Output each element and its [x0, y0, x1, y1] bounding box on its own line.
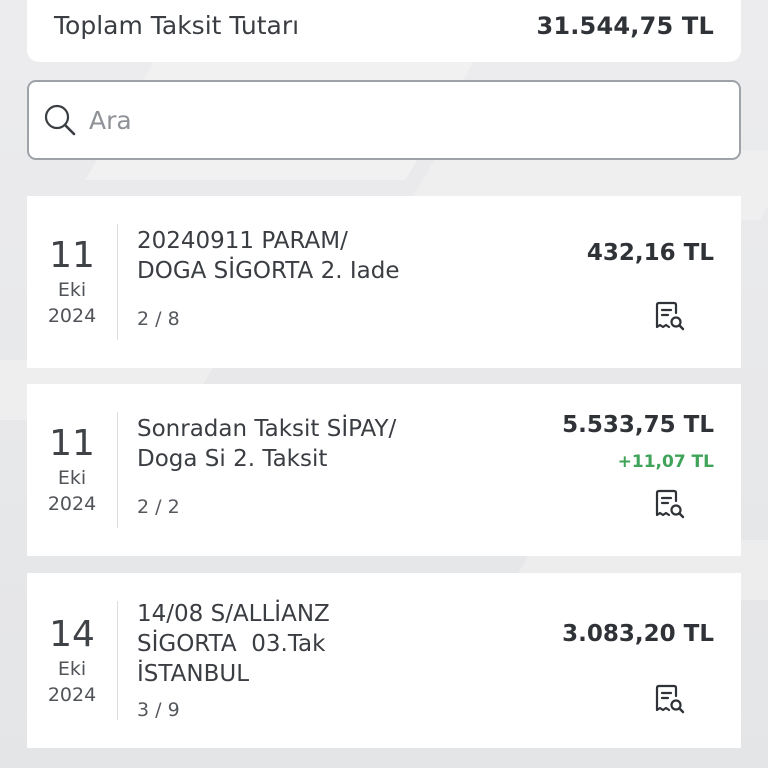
receipt-search-icon[interactable]: [655, 488, 685, 520]
total-installment-value: 31.544,75 TL: [536, 12, 714, 40]
date-divider: [117, 224, 118, 340]
transaction-amount: 5.533,75 TL: [562, 412, 714, 438]
description-line-1: 20240911 PARAM/: [137, 228, 348, 254]
transaction-date: 14 Eki 2024: [27, 573, 117, 748]
date-divider: [117, 412, 118, 528]
transaction-row[interactable]: 14 Eki 2024 14/08 S/ALLİANZ SİGORTA 03.T…: [27, 573, 741, 748]
transaction-month: Eki: [57, 467, 87, 489]
transaction-year: 2024: [47, 305, 97, 327]
extra-amount: +11,07 TL: [617, 452, 714, 472]
transaction-amount: 3.083,20 TL: [562, 621, 714, 647]
transaction-date: 11 Eki 2024: [27, 384, 117, 556]
description-line-2: Doga Si 2. Taksit: [137, 446, 328, 472]
transaction-day: 11: [49, 423, 95, 464]
transaction-month: Eki: [57, 279, 87, 301]
transaction-amount: 432,16 TL: [586, 240, 714, 266]
transaction-row[interactable]: 11 Eki 2024 Sonradan Taksit SİPAY/ Doga …: [27, 384, 741, 556]
installment-count: 2 / 8: [137, 308, 180, 330]
transaction-month: Eki: [57, 657, 87, 680]
total-installment-card: Toplam Taksit Tutarı 31.544,75 TL: [27, 0, 741, 62]
transaction-row[interactable]: 11 Eki 2024 20240911 PARAM/ DOGA SİGORTA…: [27, 196, 741, 368]
transaction-year: 2024: [47, 683, 97, 706]
transaction-day: 14: [49, 613, 95, 655]
transaction-description: 14/08 S/ALLİANZ SİGORTA 03.Tak İSTANBUL …: [137, 599, 467, 725]
total-installment-label: Toplam Taksit Tutarı: [54, 11, 300, 40]
description-line-1: 14/08 S/ALLİANZ: [137, 601, 330, 627]
receipt-search-icon[interactable]: [655, 300, 685, 332]
transaction-description: 20240911 PARAM/ DOGA SİGORTA 2. Iade 2 /…: [137, 226, 467, 334]
installment-count: 3 / 9: [137, 699, 180, 721]
description-line-3: İSTANBUL: [137, 661, 250, 687]
transaction-day: 11: [49, 235, 95, 276]
transaction-year: 2024: [47, 493, 97, 515]
date-divider: [117, 601, 118, 720]
installment-count: 2 / 2: [137, 496, 180, 518]
description-line-1: Sonradan Taksit SİPAY/: [137, 416, 397, 442]
transaction-description: Sonradan Taksit SİPAY/ Doga Si 2. Taksit…: [137, 414, 467, 522]
receipt-search-icon[interactable]: [655, 683, 685, 715]
search-icon: [44, 104, 76, 136]
description-line-2: DOGA SİGORTA 2. Iade: [137, 258, 400, 284]
search-input[interactable]: [89, 105, 689, 135]
search-box[interactable]: [27, 80, 741, 160]
description-line-2: SİGORTA 03.Tak: [137, 631, 326, 657]
transaction-date: 11 Eki 2024: [27, 196, 117, 368]
